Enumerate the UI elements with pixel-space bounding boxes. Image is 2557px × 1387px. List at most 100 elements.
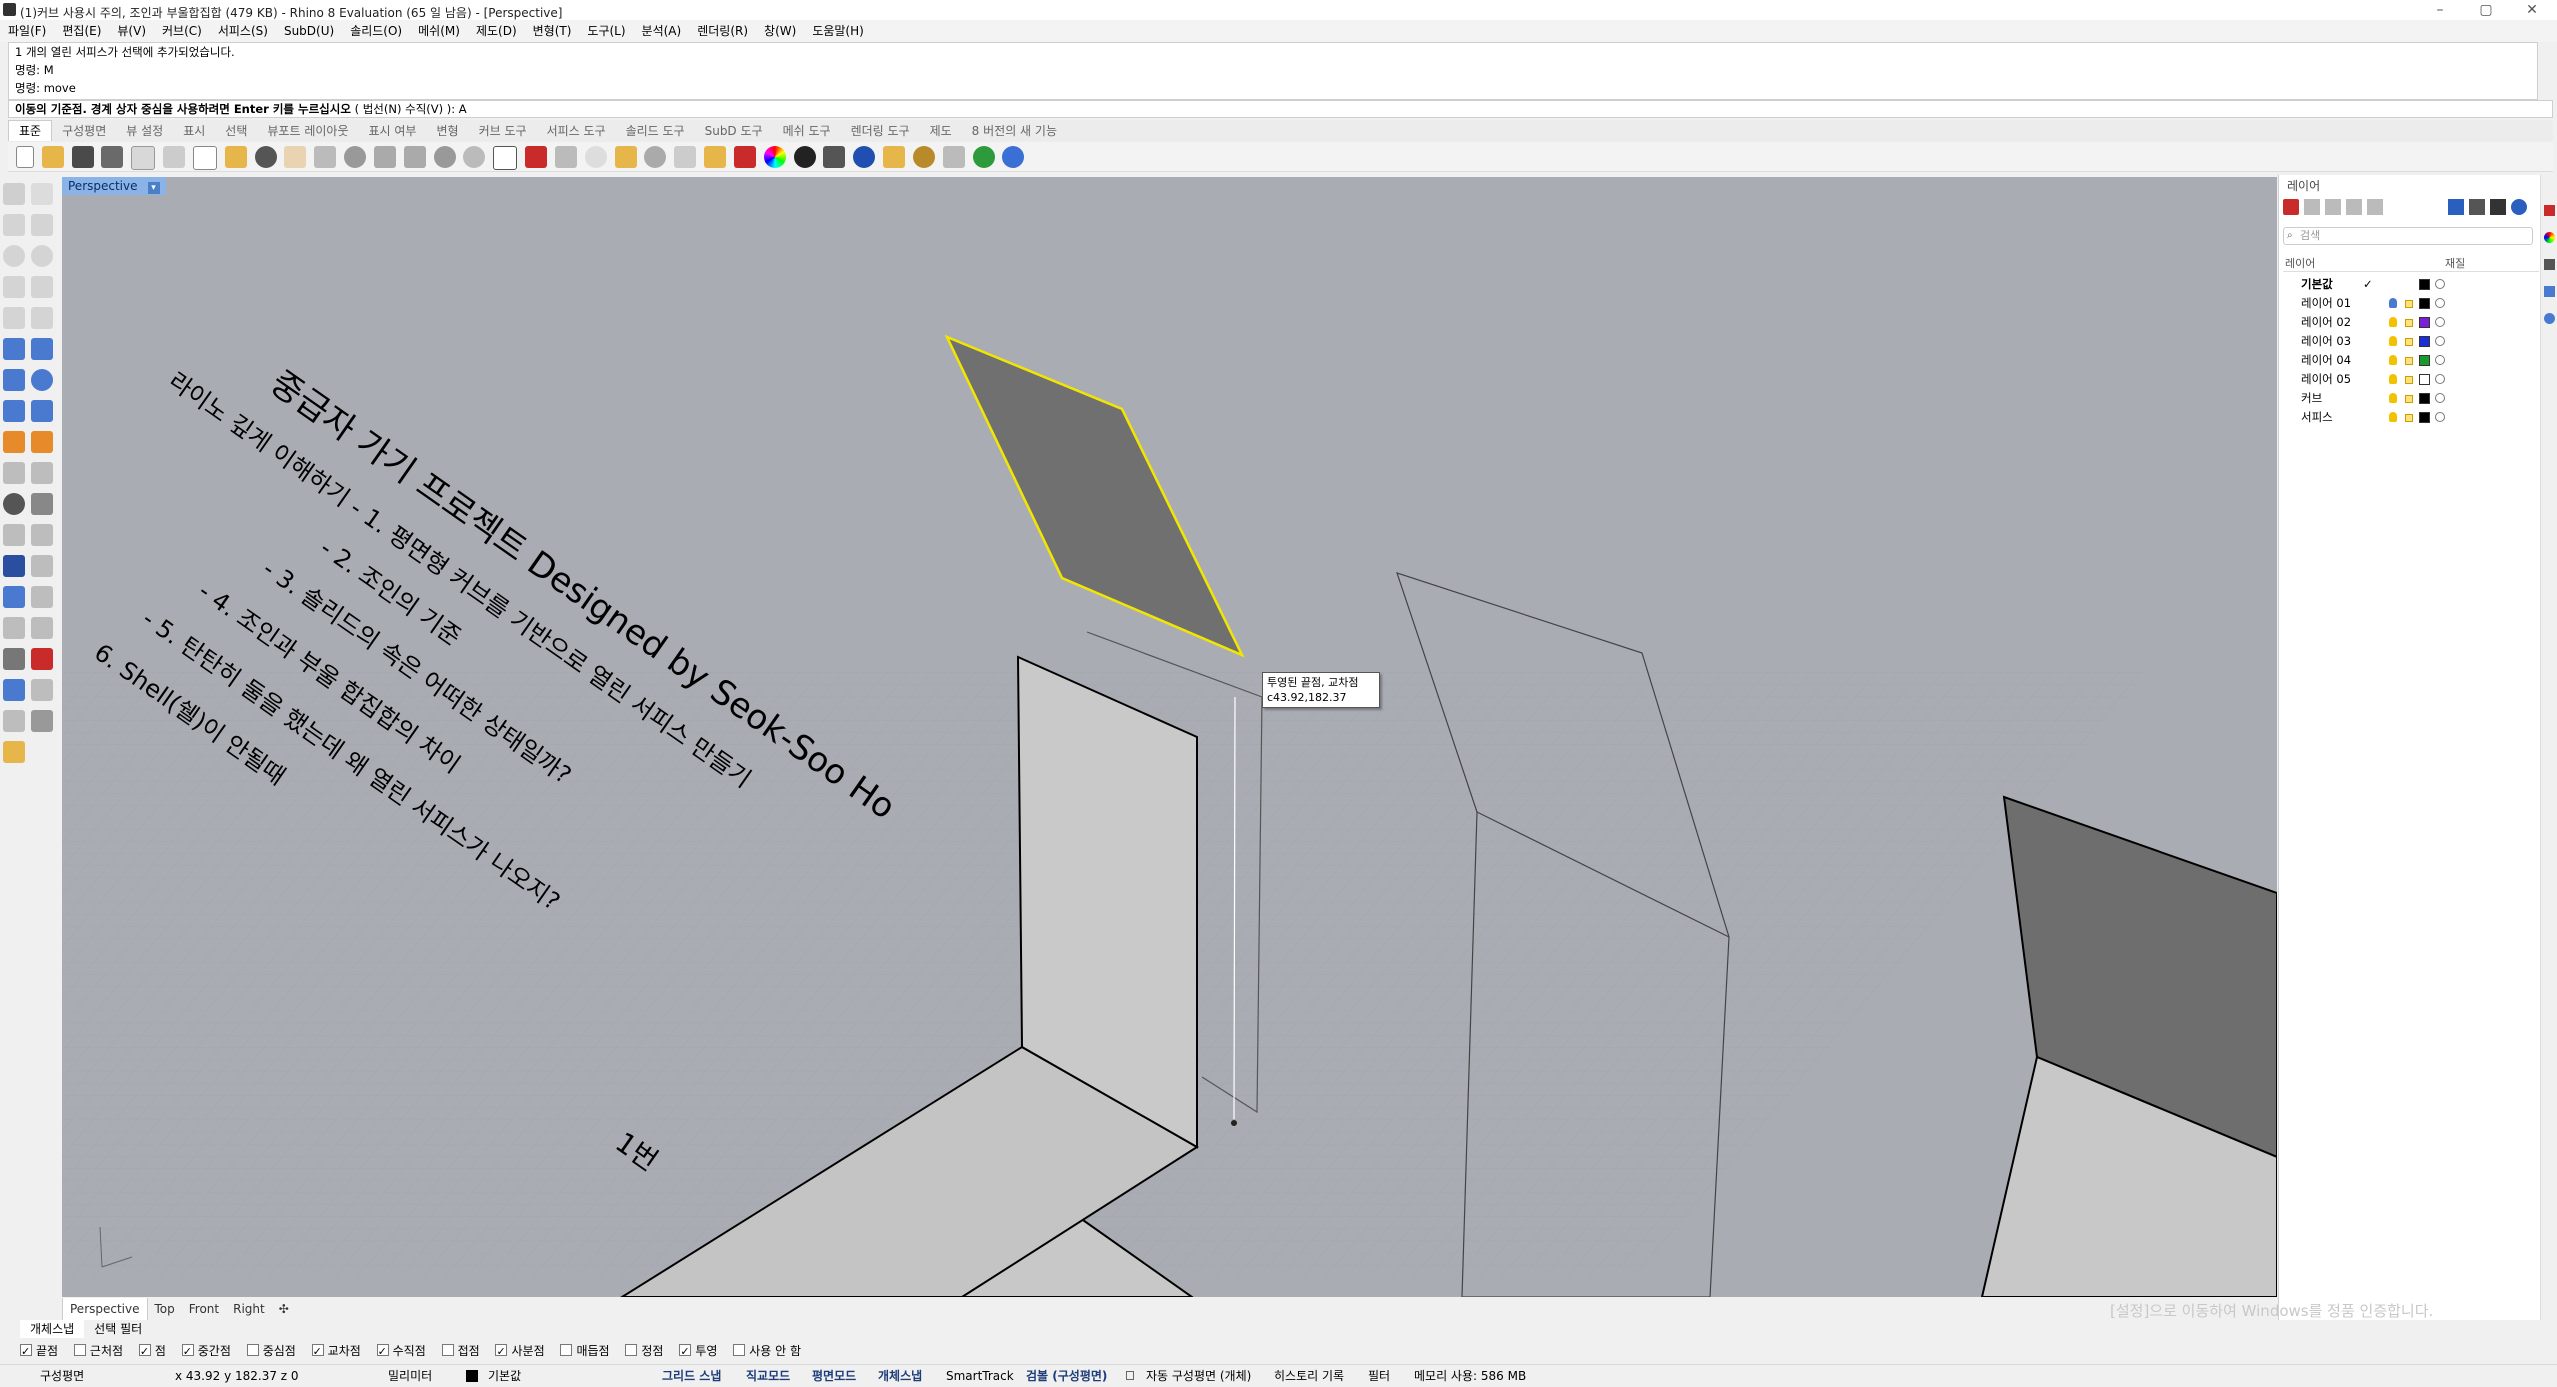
lock-icon[interactable] xyxy=(2405,338,2413,346)
tool-rectangle-icon[interactable] xyxy=(31,276,53,298)
tab-visibility[interactable]: 표시 여부 xyxy=(359,121,427,141)
viewport-scene[interactable]: 중급자 가기 프로젝트 Designed by Seok-Soo Ho 라이노 … xyxy=(62,177,2277,1297)
layer-row[interactable]: 레이어 05 xyxy=(2283,370,2539,389)
lock-icon[interactable] xyxy=(2405,395,2413,403)
osnap-point[interactable]: 점 xyxy=(138,1340,166,1363)
tool-split-icon[interactable] xyxy=(31,462,53,484)
checkbox-icon[interactable] xyxy=(73,1344,86,1356)
cplane-label[interactable]: 구성평면 xyxy=(40,1365,84,1387)
layer-color-swatch[interactable] xyxy=(2419,355,2430,366)
tab-right[interactable]: Right xyxy=(226,1298,272,1320)
cplane-icon[interactable] xyxy=(584,146,607,168)
properties-icon[interactable] xyxy=(2544,205,2555,216)
zoom-icon[interactable] xyxy=(344,146,367,168)
layer-color-swatch[interactable] xyxy=(2419,298,2430,309)
planar-toggle[interactable]: 평면모드 xyxy=(812,1365,856,1387)
lock-icon[interactable] xyxy=(2405,414,2413,422)
help-icon[interactable] xyxy=(1002,146,1025,168)
selected-surface[interactable] xyxy=(944,334,1245,658)
auto-cplane-lock-icon[interactable] xyxy=(1126,1371,1134,1380)
checkbox-icon[interactable] xyxy=(625,1344,638,1356)
tab-solid-tools[interactable]: 솔리드 도구 xyxy=(616,121,695,141)
tool-group-icon[interactable] xyxy=(31,493,53,515)
material-circle-icon[interactable] xyxy=(2435,298,2445,308)
checkbox-icon[interactable] xyxy=(679,1341,692,1363)
lock-icon[interactable] xyxy=(2405,300,2413,308)
tab-subd-tools[interactable]: SubD 도구 xyxy=(695,121,773,141)
undo-icon[interactable] xyxy=(254,146,277,168)
menu-render[interactable]: 렌더링(R) xyxy=(697,20,748,42)
layer-down-icon[interactable] xyxy=(2367,199,2383,215)
tool-rotate-icon[interactable] xyxy=(31,586,53,608)
checkbox-icon[interactable] xyxy=(311,1341,324,1363)
tool-measure-icon[interactable] xyxy=(31,679,53,701)
display-icon[interactable] xyxy=(2544,259,2555,270)
current-layer-label[interactable]: 기본값 xyxy=(488,1365,521,1387)
layer-row[interactable]: 레이어 03 xyxy=(2283,332,2539,351)
tool-offset-icon[interactable] xyxy=(31,524,53,546)
material-circle-icon[interactable] xyxy=(2435,317,2445,327)
layer-row[interactable]: 서피스 xyxy=(2283,408,2539,427)
checkbox-icon[interactable] xyxy=(441,1344,454,1356)
menu-tools[interactable]: 도구(L) xyxy=(587,20,625,42)
layer-color-swatch[interactable] xyxy=(2419,412,2430,423)
points-icon[interactable] xyxy=(614,146,637,168)
viewport-name[interactable]: Perspective xyxy=(68,179,138,193)
tab-standard[interactable]: 표준 xyxy=(8,120,53,141)
osnap-perp[interactable]: 수직점 xyxy=(376,1340,426,1363)
osnap-center[interactable]: 중심점 xyxy=(246,1340,296,1362)
material-circle-icon[interactable] xyxy=(2435,412,2445,422)
layer-search-input[interactable]: 검색 xyxy=(2283,227,2533,245)
zoom-extents-icon[interactable] xyxy=(403,146,426,168)
menu-surface[interactable]: 서피스(S) xyxy=(218,20,268,42)
tool-orient-icon[interactable] xyxy=(31,648,53,670)
osnap-end[interactable]: 끝점 xyxy=(20,1340,58,1363)
layer-color-swatch[interactable] xyxy=(2419,279,2430,290)
zoom-selected-icon[interactable] xyxy=(433,146,456,168)
tab-cplanes[interactable]: 구성평면 xyxy=(52,121,116,141)
tool-move-icon[interactable] xyxy=(3,586,25,608)
cut-icon[interactable] xyxy=(163,146,186,168)
tool-surface-icon[interactable] xyxy=(3,338,25,360)
tab-mesh-tools[interactable]: 메쉬 도구 xyxy=(773,121,841,141)
delete-layer-icon[interactable] xyxy=(2325,199,2341,215)
menu-mesh[interactable]: 메쉬(M) xyxy=(418,20,460,42)
light-icon[interactable] xyxy=(674,146,697,168)
visibility-bulb-icon[interactable] xyxy=(2389,393,2397,403)
layer-color-swatch[interactable] xyxy=(2419,336,2430,347)
tool-paint-icon[interactable] xyxy=(3,741,25,763)
osnap-intersection[interactable]: 교차점 xyxy=(311,1340,361,1363)
menu-transform[interactable]: 변형(T) xyxy=(533,20,572,42)
history-toggle[interactable]: 히스토리 기록 xyxy=(1274,1365,1344,1387)
select-icon[interactable] xyxy=(554,146,577,168)
checkbox-icon[interactable] xyxy=(560,1344,573,1356)
layer-row[interactable]: 레이어 01 xyxy=(2283,294,2539,313)
material-icon[interactable] xyxy=(733,146,756,168)
tab-surface-tools[interactable]: 서피스 도구 xyxy=(537,121,616,141)
new-file-icon[interactable] xyxy=(16,146,34,168)
menu-help[interactable]: 도움말(H) xyxy=(812,20,864,42)
export-icon[interactable] xyxy=(131,146,156,170)
osnap-knot[interactable]: 매듭점 xyxy=(560,1340,610,1362)
layer-row[interactable]: 레이어 02 xyxy=(2283,313,2539,332)
paste-icon[interactable] xyxy=(224,146,247,168)
visibility-bulb-icon[interactable] xyxy=(2389,412,2397,422)
tool-point-icon[interactable] xyxy=(31,183,53,205)
new-sublayer-icon[interactable] xyxy=(2304,199,2320,215)
zoom-window-icon[interactable] xyxy=(373,146,396,168)
tab-set-view[interactable]: 뷰 설정 xyxy=(116,121,173,141)
menu-window[interactable]: 창(W) xyxy=(764,20,796,42)
sphere-icon[interactable] xyxy=(853,146,876,168)
layer-row[interactable]: 커브 xyxy=(2283,389,2539,408)
viewport-title-tab[interactable]: Perspective ▾ xyxy=(62,177,166,195)
auto-cplane-toggle[interactable]: 자동 구성평면 (개체) xyxy=(1146,1365,1251,1387)
menu-solid[interactable]: 솔리드(O) xyxy=(350,20,402,42)
tool-extrude-icon[interactable] xyxy=(3,400,25,422)
tool-polyline-icon[interactable] xyxy=(3,214,25,236)
checkbox-icon[interactable] xyxy=(20,1341,32,1363)
menu-view[interactable]: 뷰(V) xyxy=(117,20,146,42)
tool-plane-icon[interactable] xyxy=(31,400,53,422)
checkbox-icon[interactable] xyxy=(138,1341,151,1363)
tool-join-icon[interactable] xyxy=(31,431,53,453)
osnap-mid[interactable]: 중간점 xyxy=(181,1340,231,1363)
